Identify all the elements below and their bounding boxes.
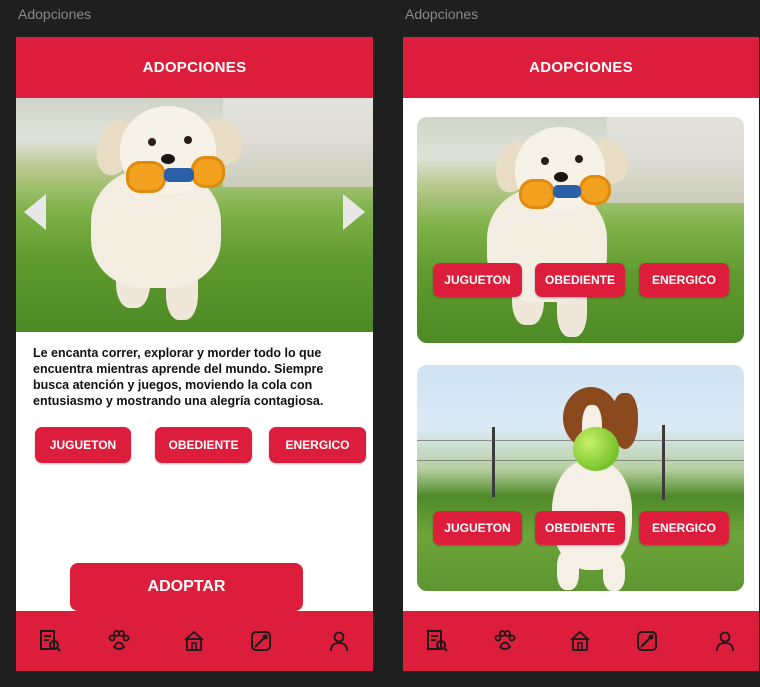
tag-jugueton[interactable]: JUGUETON — [433, 263, 522, 297]
dog-eye — [575, 155, 583, 163]
tag-jugueton[interactable]: JUGUETON — [35, 427, 131, 463]
dog-nose — [554, 172, 568, 182]
toy-bone-handle — [553, 185, 581, 198]
page-title: ADOPCIONES — [142, 59, 247, 76]
dog-description: Le encanta correr, explorar y morder tod… — [33, 346, 324, 408]
background-wall — [223, 98, 373, 187]
dog-eye — [541, 157, 549, 165]
tag-energico[interactable]: ENERGICO — [639, 263, 729, 297]
tag-obediente[interactable]: OBEDIENTE — [535, 263, 625, 297]
app-header: ADOPCIONES — [16, 37, 373, 98]
toy-bone — [519, 179, 555, 209]
bottom-nav — [16, 611, 373, 671]
detail-screen: ADOPCIONES Le encanta correr, explorar y… — [16, 37, 373, 671]
user-icon[interactable] — [713, 629, 737, 653]
adopt-button[interactable]: ADOPTAR — [70, 563, 303, 611]
frame-title-right: Adopciones — [405, 6, 479, 22]
bottom-nav — [403, 611, 759, 671]
carousel-prev-arrow-icon[interactable] — [24, 194, 46, 230]
paw-icon[interactable] — [107, 629, 131, 653]
dog-eye — [148, 138, 156, 146]
dog-leg — [603, 555, 625, 591]
carousel-next-arrow-icon[interactable] — [343, 194, 365, 230]
map-icon[interactable] — [635, 629, 659, 653]
dog-eye — [184, 136, 192, 144]
app-header: ADOPCIONES — [403, 37, 759, 98]
dog-leg — [557, 550, 579, 590]
home-icon[interactable] — [182, 629, 206, 653]
tag-jugueton[interactable]: JUGUETON — [433, 511, 522, 545]
toy-bone — [191, 156, 225, 188]
paw-icon[interactable] — [493, 629, 517, 653]
dog-photo-carousel[interactable] — [16, 98, 373, 332]
tag-obediente[interactable]: OBEDIENTE — [535, 511, 625, 545]
frame-title-left: Adopciones — [18, 6, 92, 22]
document-search-icon[interactable] — [425, 629, 449, 653]
toy-bone-handle — [164, 168, 194, 182]
dog-card[interactable]: JUGUETON OBEDIENTE ENERGICO — [417, 117, 744, 343]
home-icon[interactable] — [568, 629, 592, 653]
document-search-icon[interactable] — [38, 629, 62, 653]
tag-obediente[interactable]: OBEDIENTE — [155, 427, 252, 463]
dog-card[interactable]: JUGUETON OBEDIENTE ENERGICO — [417, 365, 744, 591]
fence-post — [492, 427, 495, 497]
toy-ball — [573, 427, 619, 471]
tag-energico[interactable]: ENERGICO — [639, 511, 729, 545]
tag-energico[interactable]: ENERGICO — [269, 427, 366, 463]
toy-bone — [579, 175, 611, 205]
list-screen: ADOPCIONES JUGUETON OBEDIENTE ENERGICO J… — [403, 37, 759, 671]
toy-bone — [126, 161, 166, 193]
dog-nose — [161, 154, 175, 164]
fence-post — [662, 425, 665, 500]
user-icon[interactable] — [327, 629, 351, 653]
page-title: ADOPCIONES — [529, 59, 633, 76]
map-icon[interactable] — [249, 629, 273, 653]
